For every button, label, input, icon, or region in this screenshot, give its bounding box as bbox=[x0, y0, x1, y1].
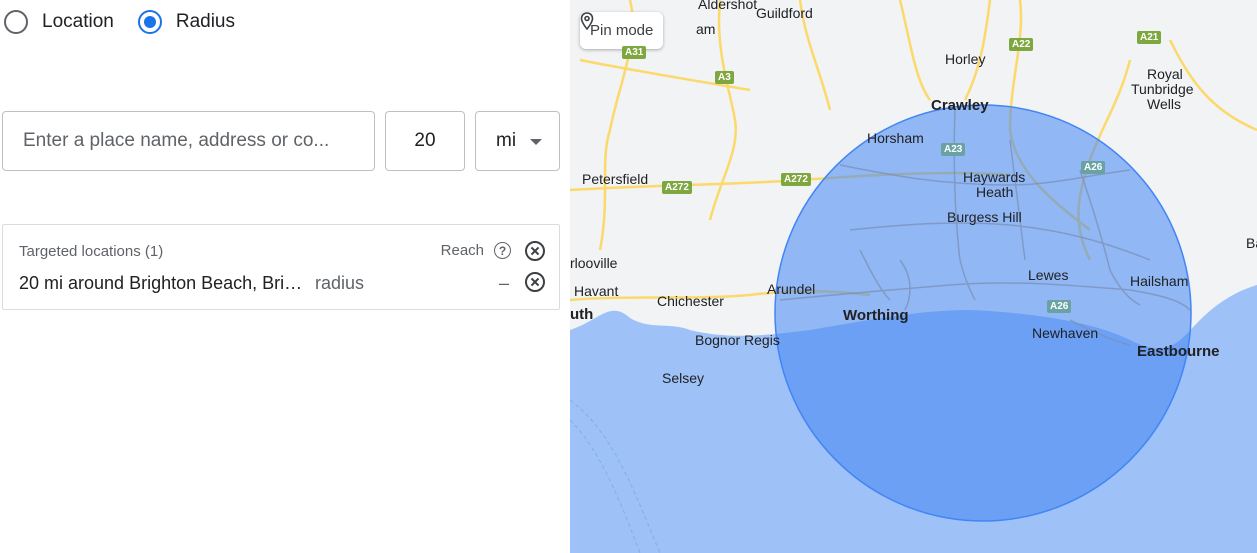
location-panel: Location Radius mi Targeted locations (1… bbox=[0, 0, 570, 553]
dropdown-arrow-icon bbox=[530, 139, 542, 145]
map-place-label: Tunbridge bbox=[1131, 81, 1194, 97]
map-place-label: rlooville bbox=[570, 255, 618, 271]
pin-mode-label: Pin mode bbox=[590, 22, 654, 39]
map-place-label: Bognor Regis bbox=[695, 332, 780, 348]
pin-mode-button[interactable]: Pin mode bbox=[580, 12, 664, 49]
road-badge: A31 bbox=[622, 46, 647, 59]
targeted-locations-header: Targeted locations (1) bbox=[19, 243, 164, 260]
targeted-location-reach: – bbox=[498, 273, 509, 293]
location-radio-label: Location bbox=[42, 11, 114, 32]
map-place-label: Haywards bbox=[963, 169, 1026, 185]
targeting-mode-group: Location Radius bbox=[4, 10, 259, 34]
radius-radio-circle[interactable] bbox=[137, 10, 162, 34]
road-badge: A26 bbox=[1047, 300, 1072, 313]
radius-radio-label: Radius bbox=[175, 11, 235, 32]
location-radio[interactable]: Location bbox=[4, 10, 114, 34]
clear-all-close-icon[interactable] bbox=[525, 241, 545, 261]
map-place-label: Burgess Hill bbox=[947, 209, 1022, 225]
map-view[interactable]: Pin mode Aldershot Guildford Horley Craw… bbox=[570, 0, 1257, 553]
map-place-label: Havant bbox=[574, 283, 619, 299]
road-badge: A21 bbox=[1137, 31, 1162, 44]
map-place-label: Guildford bbox=[756, 5, 813, 21]
unit-select-value: mi bbox=[496, 130, 517, 151]
targeted-location-row: 20 mi around Brighton Beach, Brig... rad… bbox=[19, 273, 364, 294]
map-place-label: Aldershot bbox=[698, 0, 758, 12]
map-place-label: Heath bbox=[976, 184, 1014, 200]
map-place-label: Petersfield bbox=[582, 171, 649, 187]
targeted-location-name: 20 mi around Brighton Beach, Brig... bbox=[19, 273, 307, 293]
road-badge: A272 bbox=[662, 181, 692, 194]
map-place-label: Horley bbox=[945, 51, 986, 67]
map-place-label: Chichester bbox=[657, 293, 724, 309]
radius-value-input[interactable] bbox=[385, 111, 465, 171]
map-place-label: Hailsham bbox=[1130, 273, 1189, 289]
map-place-label: Selsey bbox=[662, 370, 705, 386]
targeted-location-type: radius bbox=[315, 273, 365, 293]
map-place-label: Newhaven bbox=[1032, 325, 1099, 341]
radius-input-row: mi bbox=[2, 111, 560, 171]
map-place-label: Ba bbox=[1246, 235, 1257, 251]
map-place-label: am bbox=[696, 21, 716, 37]
map-place-label: uth bbox=[570, 306, 594, 323]
radius-circle bbox=[774, 104, 1192, 522]
remove-location-close-icon[interactable] bbox=[525, 272, 545, 292]
map-pin-icon bbox=[580, 12, 594, 30]
radius-radio[interactable]: Radius bbox=[137, 10, 235, 34]
targeted-locations-box: Targeted locations (1) Reach ? 20 mi aro… bbox=[2, 224, 560, 310]
map-place-label: Wells bbox=[1147, 96, 1181, 112]
unit-select[interactable]: mi bbox=[475, 111, 560, 171]
road-badge: A23 bbox=[941, 143, 966, 156]
reach-label: Reach bbox=[440, 242, 484, 259]
map-place-label: Horsham bbox=[867, 130, 924, 146]
road-badge: A272 bbox=[781, 173, 811, 186]
map-place-label: Arundel bbox=[767, 281, 816, 297]
map-place-label: Worthing bbox=[843, 307, 909, 324]
map-place-label: Lewes bbox=[1028, 267, 1069, 283]
help-icon[interactable]: ? bbox=[494, 242, 511, 259]
place-search-input[interactable] bbox=[2, 111, 375, 171]
map-place-label: Eastbourne bbox=[1137, 343, 1220, 360]
map-place-label: Royal bbox=[1147, 66, 1183, 82]
road-badge: A26 bbox=[1081, 161, 1106, 174]
road-badge: A22 bbox=[1009, 38, 1034, 51]
location-radio-circle[interactable] bbox=[4, 10, 28, 34]
reach-header: Reach ? bbox=[441, 242, 511, 259]
road-badge: A3 bbox=[715, 71, 734, 84]
map-place-label: Crawley bbox=[931, 97, 989, 114]
